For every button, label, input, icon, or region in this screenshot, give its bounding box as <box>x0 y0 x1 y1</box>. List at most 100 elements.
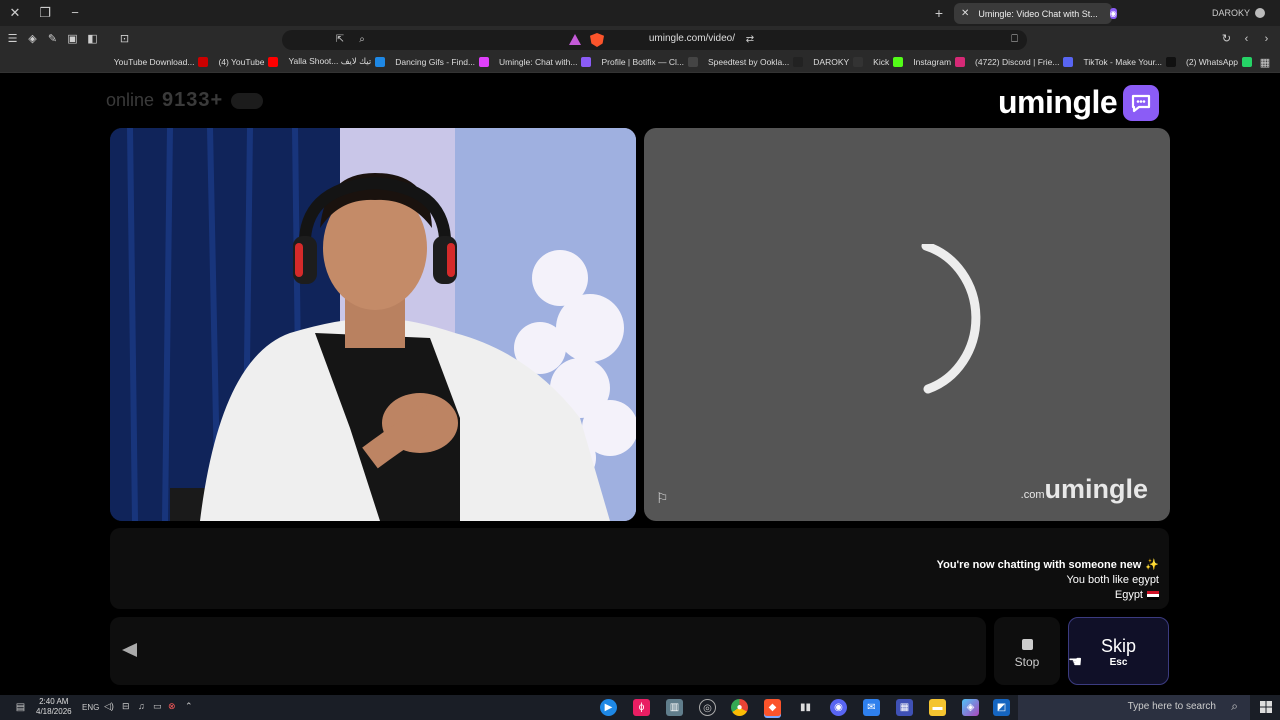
bookmark-item[interactable]: DAROKY <box>813 56 864 67</box>
language-indicator[interactable]: ENG <box>82 703 99 712</box>
bookmark-item[interactable]: Speedtest by Ookla... <box>708 56 804 67</box>
taskbar-obs-icon[interactable]: ◎ <box>699 699 716 716</box>
network-icon[interactable]: ⊟ <box>122 701 130 712</box>
site-settings-icon[interactable]: ⇄ <box>742 32 758 48</box>
close-tab-icon[interactable]: ✕ <box>958 8 972 19</box>
restore-window-button[interactable]: ❐ <box>30 0 60 26</box>
reload-icon[interactable]: ↻ <box>1218 31 1235 48</box>
interest-message: You both like egypt <box>1066 574 1159 586</box>
url-text: umingle.com/video/ <box>648 33 735 44</box>
site-logo[interactable]: umingle <box>998 84 1160 121</box>
browser-titlebar: ✕ ❐ − + ✕ Umingle: Video Chat with St...… <box>0 0 1280 26</box>
apps-grid-icon[interactable]: ▦ <box>1258 56 1272 70</box>
tiktok-icon <box>1166 56 1177 67</box>
skip-key-hint: Esc <box>1109 657 1128 668</box>
speedtest-icon <box>793 56 804 67</box>
minimize-window-button[interactable]: − <box>60 0 90 26</box>
bookmark-label: YouTube Download... <box>113 56 195 67</box>
notifications-icon[interactable]: ▤ <box>12 699 29 716</box>
country-message: Egypt <box>1115 589 1159 601</box>
online-label: online <box>106 90 155 110</box>
taskbar-tubidy-icon[interactable]: ϕ <box>633 699 650 716</box>
close-window-button[interactable]: ✕ <box>0 0 30 26</box>
bookmark-icon[interactable]: ⎕ <box>1006 31 1023 48</box>
bookmark-item[interactable]: Kick <box>873 56 904 67</box>
youtube-download-icon <box>198 56 209 67</box>
taskbar-notepad-icon[interactable]: ▥ <box>666 699 683 716</box>
bookmark-item[interactable]: YouTube Download... <box>113 56 209 67</box>
bookmark-item[interactable]: TikTok - Make Your... <box>1083 56 1177 67</box>
send-icon[interactable] <box>122 643 137 657</box>
bookmark-item[interactable]: Umingle: Chat with... <box>499 56 592 67</box>
local-camera-feed <box>110 128 636 521</box>
taskbar-media-player-icon[interactable]: ▶ <box>600 699 617 716</box>
show-hidden-icons[interactable]: ⌃ <box>185 701 193 712</box>
taskbar-brave-icon[interactable]: ◆ <box>764 699 781 716</box>
daroky-icon <box>853 56 864 67</box>
clock-time: 2:40 AM <box>39 697 69 706</box>
brave-shields-icon[interactable] <box>590 33 604 47</box>
bookmark-label: Dancing Gifs - Find... <box>395 56 476 67</box>
report-flag-icon[interactable]: ⚐ <box>656 490 669 507</box>
country-text: Egypt <box>1114 589 1143 601</box>
stop-button[interactable]: Stop <box>994 617 1060 685</box>
address-bar[interactable]: ⇱ ⌕ umingle.com/video/ ⇄ <box>282 30 1027 50</box>
menu-icon[interactable]: ☰ <box>4 31 21 48</box>
taskbar-audio-icon[interactable]: ▮▮ <box>797 699 814 716</box>
rewards-icon[interactable] <box>569 34 581 45</box>
microphone-icon[interactable]: ♫ <box>138 701 145 711</box>
taskbar-task-view-icon[interactable]: ◩ <box>993 699 1010 716</box>
bookmark-item[interactable]: (4722) Discord | Frie... <box>975 56 1074 67</box>
instagram-icon <box>955 56 966 67</box>
bookmark-item[interactable]: Instagram <box>913 56 966 67</box>
extensions-icon[interactable]: ✎ <box>44 31 61 48</box>
taskbar-store-icon[interactable]: ▦ <box>896 699 913 716</box>
zoom-icon[interactable]: ⌕ <box>354 32 370 48</box>
sidebar-icon[interactable]: ◧ <box>84 31 101 48</box>
taskbar-clock[interactable]: 2:40 AM 4/18/2026 <box>36 697 72 717</box>
forward-icon[interactable]: ‹ <box>1238 31 1255 48</box>
start-button[interactable] <box>1252 695 1280 720</box>
new-tab-button[interactable]: + <box>930 4 948 22</box>
browser-toolbar: ☰ ◈ ✎ ▣ ◧ ⊡ ⇱ ⌕ umingle.com/video/ ⇄ ⎕ ↻… <box>0 26 1280 53</box>
giphy-icon <box>479 56 490 67</box>
umingle-icon <box>581 56 592 67</box>
back-icon[interactable]: › <box>1258 31 1275 48</box>
screenshot-icon[interactable]: ⊡ <box>116 31 133 48</box>
windows-logo-icon <box>1260 701 1272 713</box>
volume-icon[interactable]: ◁) <box>104 701 114 712</box>
taskbar-search[interactable]: Type here to search ⌕ <box>1018 695 1250 720</box>
system-message: You're now chatting with someone new ✨ <box>936 558 1159 572</box>
battery-icon[interactable]: ▭ <box>153 701 162 712</box>
wallet-icon[interactable]: ▣ <box>64 31 81 48</box>
youtube-icon <box>268 56 279 67</box>
chat-input-bar <box>110 617 986 685</box>
bookmark-item[interactable]: (2) WhatsApp <box>1186 56 1252 67</box>
bookmark-label: (4722) Discord | Frie... <box>975 56 1060 67</box>
taskbar-file-explorer-icon[interactable]: ▬ <box>929 699 946 716</box>
stop-label: Stop <box>1014 655 1040 669</box>
antivirus-icon[interactable]: ⊗ <box>168 701 176 712</box>
profile-button[interactable]: DAROKY <box>1212 4 1266 22</box>
taskbar-discord-icon[interactable]: ◉ <box>830 699 847 716</box>
bookmark-item[interactable]: Yalla Shoot... تيك لايف <box>288 56 386 67</box>
bookmark-item[interactable]: Profile | Botifix — Cl... <box>601 56 698 67</box>
taskbar-copilot-icon[interactable]: ◈ <box>962 699 979 716</box>
skip-button[interactable]: Skip Esc <box>1068 617 1169 685</box>
taskbar-chrome-icon[interactable]: ● <box>731 699 748 716</box>
chat-input[interactable] <box>150 633 970 669</box>
shield-icon[interactable]: ◈ <box>24 31 41 48</box>
bookmark-label: Yalla Shoot... تيك لايف <box>288 56 372 66</box>
tab-umingle[interactable]: ✕ Umingle: Video Chat with St... ◉ <box>954 3 1117 24</box>
bookmark-item[interactable]: (4) YouTube <box>218 56 279 67</box>
system-message-text: You're now chatting with someone new <box>936 558 1142 571</box>
bookmark-item[interactable]: Dancing Gifs - Find... <box>395 56 490 67</box>
share-icon[interactable]: ⇱ <box>332 32 348 48</box>
clock-date: 4/18/2026 <box>36 707 72 716</box>
bookmarks-list: (2) WhatsApp TikTok - Make Your... (4722) … <box>114 56 1252 67</box>
umingle-favicon-icon: ◉ <box>1109 8 1117 19</box>
taskbar-mail-icon[interactable]: ✉ <box>863 699 880 716</box>
sparkle-icon: ✨ <box>1145 559 1159 571</box>
bookmark-label: DAROKY <box>813 56 850 67</box>
discord-icon <box>1063 56 1074 67</box>
